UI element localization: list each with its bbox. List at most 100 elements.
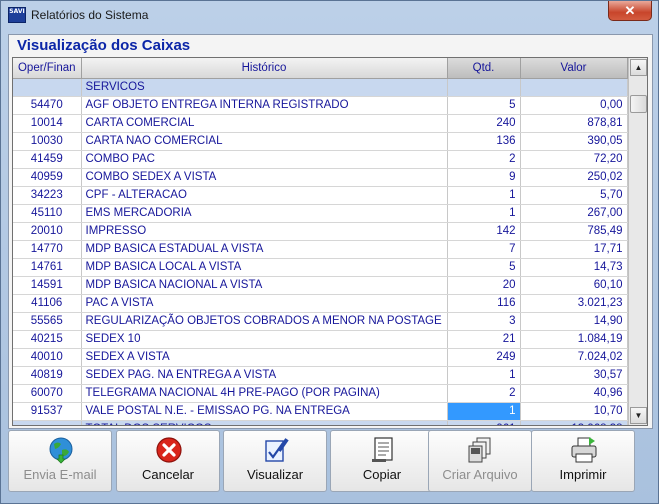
view-button[interactable]: Visualizar <box>223 430 327 492</box>
table-row[interactable]: 40010 SEDEX A VISTA 249 7.024,02 <box>13 348 628 367</box>
cancel-label: Cancelar <box>141 467 195 482</box>
row-qtd: 1 <box>447 204 521 223</box>
row-valor: 72,20 <box>520 150 628 169</box>
table-row[interactable]: 34223 CPF - ALTERACAO 1 5,70 <box>13 186 628 205</box>
row-qtd: 5 <box>447 258 521 277</box>
row-valor: 7.024,02 <box>520 348 628 367</box>
row-code: 40215 <box>13 330 82 349</box>
send-email-button[interactable]: Envia E-mail <box>8 430 112 492</box>
row-qtd: 1 <box>447 366 521 385</box>
arrow-down-icon: ▼ <box>634 411 643 420</box>
row-qtd: 2 <box>447 150 521 169</box>
col-header-historico[interactable]: Histórico <box>81 58 448 79</box>
row-code: 55565 <box>13 312 82 331</box>
app-icon: SAVI <box>8 7 26 23</box>
row-code: 10030 <box>13 132 82 151</box>
row-valor: 40,96 <box>520 384 628 403</box>
table-row[interactable]: 45110 EMS MERCADORIA 1 267,00 <box>13 204 628 223</box>
table-row[interactable]: 54470 AGF OBJETO ENTREGA INTERNA REGISTRA… <box>13 96 628 115</box>
row-valor: 14,73 <box>520 258 628 277</box>
cancel-button[interactable]: Cancelar <box>116 430 220 492</box>
row-historico: COMBO PAC <box>81 150 448 169</box>
cancel-icon <box>156 437 182 463</box>
create-file-icon <box>468 437 491 463</box>
copy-document-icon <box>372 437 393 462</box>
col-header-qtd[interactable]: Qtd. <box>447 58 521 79</box>
total-row[interactable]: TOTAL DOS SERVICOS96113.968,38 <box>13 420 628 425</box>
table-row[interactable]: 14591 MDP BASICA NACIONAL A VISTA 20 60,10 <box>13 276 628 295</box>
copy-button[interactable]: Copiar <box>330 430 434 492</box>
globe-email-icon <box>49 437 73 464</box>
close-icon: ✕ <box>624 3 636 18</box>
row-code: 14770 <box>13 240 82 259</box>
row-historico: MDP BASICA ESTADUAL A VISTA <box>81 240 448 259</box>
vertical-scrollbar[interactable]: ▲ ▼ <box>628 58 647 425</box>
row-valor: 0,00 <box>520 96 628 115</box>
table-row[interactable]: 60070 TELEGRAMA NACIONAL 4H PRE-PAGO (POR… <box>13 384 628 403</box>
row-qtd: 7 <box>447 240 521 259</box>
create-file-button[interactable]: Criar Arquivo <box>428 430 532 492</box>
row-code: 14761 <box>13 258 82 277</box>
row-valor: 17,71 <box>520 240 628 259</box>
window-title: Relatórios do Sistema <box>31 8 149 22</box>
caixas-table: Oper/Finan Histórico Qtd. Valor SERVICOS… <box>13 58 628 425</box>
group-row[interactable]: SERVICOS <box>13 78 628 97</box>
row-valor: 30,57 <box>520 366 628 385</box>
row-historico: CARTA NAO COMERCIAL <box>81 132 448 151</box>
row-qtd: 3 <box>447 312 521 331</box>
table-row[interactable]: 55565 REGULARIZAÇÃO OBJETOS COBRADOS A ME… <box>13 312 628 331</box>
table-row[interactable]: 40215 SEDEX 10 21 1.084,19 <box>13 330 628 349</box>
title-bar[interactable]: SAVI Relatórios do Sistema ✕ <box>1 1 658 30</box>
row-valor: 14,90 <box>520 312 628 331</box>
table-row[interactable]: 10014 CARTA COMERCIAL 240 878,81 <box>13 114 628 133</box>
scroll-up-button[interactable]: ▲ <box>630 59 647 76</box>
row-code: 54470 <box>13 96 82 115</box>
row-valor: 1.084,19 <box>520 330 628 349</box>
row-historico: SEDEX 10 <box>81 330 448 349</box>
scroll-down-button[interactable]: ▼ <box>630 407 647 424</box>
scroll-thumb[interactable] <box>630 95 647 113</box>
print-button[interactable]: Imprimir <box>531 430 635 492</box>
row-qtd: 20 <box>447 276 521 295</box>
row-valor: 5,70 <box>520 186 628 205</box>
header-row: Oper/Finan Histórico Qtd. Valor <box>13 58 628 79</box>
row-qtd: 142 <box>447 222 521 241</box>
row-qtd: 240 <box>447 114 521 133</box>
row-qtd: 9 <box>447 168 521 187</box>
caixas-grid[interactable]: Oper/Finan Histórico Qtd. Valor SERVICOS… <box>12 57 648 426</box>
row-historico: REGULARIZAÇÃO OBJETOS COBRADOS A MENOR N… <box>81 312 448 331</box>
close-button[interactable]: ✕ <box>608 1 652 21</box>
table-row[interactable]: 91537 VALE POSTAL N.E. - EMISSAO PG. NA E… <box>13 402 628 421</box>
table-row[interactable]: 14761 MDP BASICA LOCAL A VISTA 5 14,73 <box>13 258 628 277</box>
arrow-up-icon: ▲ <box>634 63 643 72</box>
row-historico: EMS MERCADORIA <box>81 204 448 223</box>
table-row[interactable]: 41106 PAC A VISTA 116 3.021,23 <box>13 294 628 313</box>
row-code: 40010 <box>13 348 82 367</box>
row-code: 40819 <box>13 366 82 385</box>
table-row[interactable]: 40819 SEDEX PAG. NA ENTREGA A VISTA 1 30,57 <box>13 366 628 385</box>
table-row[interactable]: 40959 COMBO SEDEX A VISTA 9 250,02 <box>13 168 628 187</box>
row-historico: CPF - ALTERACAO <box>81 186 448 205</box>
group-cell-code <box>13 78 82 97</box>
table-row[interactable]: 14770 MDP BASICA ESTADUAL A VISTA 7 17,71 <box>13 240 628 259</box>
total-valor: 13.968,38 <box>520 420 628 425</box>
row-valor: 60,10 <box>520 276 628 295</box>
print-label: Imprimir <box>559 467 607 482</box>
row-qtd: 136 <box>447 132 521 151</box>
row-code: 41106 <box>13 294 82 313</box>
col-header-oper[interactable]: Oper/Finan <box>13 58 82 79</box>
col-header-valor[interactable]: Valor <box>520 58 628 79</box>
table-row[interactable]: 20010 IMPRESSO 142 785,49 <box>13 222 628 241</box>
action-toolbar: Envia E-mail Cancelar Visualizar Copiar … <box>8 430 653 500</box>
table-row[interactable]: 10030 CARTA NAO COMERCIAL 136 390,05 <box>13 132 628 151</box>
table-row[interactable]: 41459 COMBO PAC 2 72,20 <box>13 150 628 169</box>
row-code: 10014 <box>13 114 82 133</box>
row-historico: COMBO SEDEX A VISTA <box>81 168 448 187</box>
group-label: SERVICOS <box>81 78 448 97</box>
row-historico: SEDEX A VISTA <box>81 348 448 367</box>
total-code <box>13 420 82 425</box>
report-panel: Visualização dos Caixas Oper/Finan Histó… <box>8 34 653 429</box>
row-valor: 878,81 <box>520 114 628 133</box>
row-historico: SEDEX PAG. NA ENTREGA A VISTA <box>81 366 448 385</box>
row-code: 14591 <box>13 276 82 295</box>
